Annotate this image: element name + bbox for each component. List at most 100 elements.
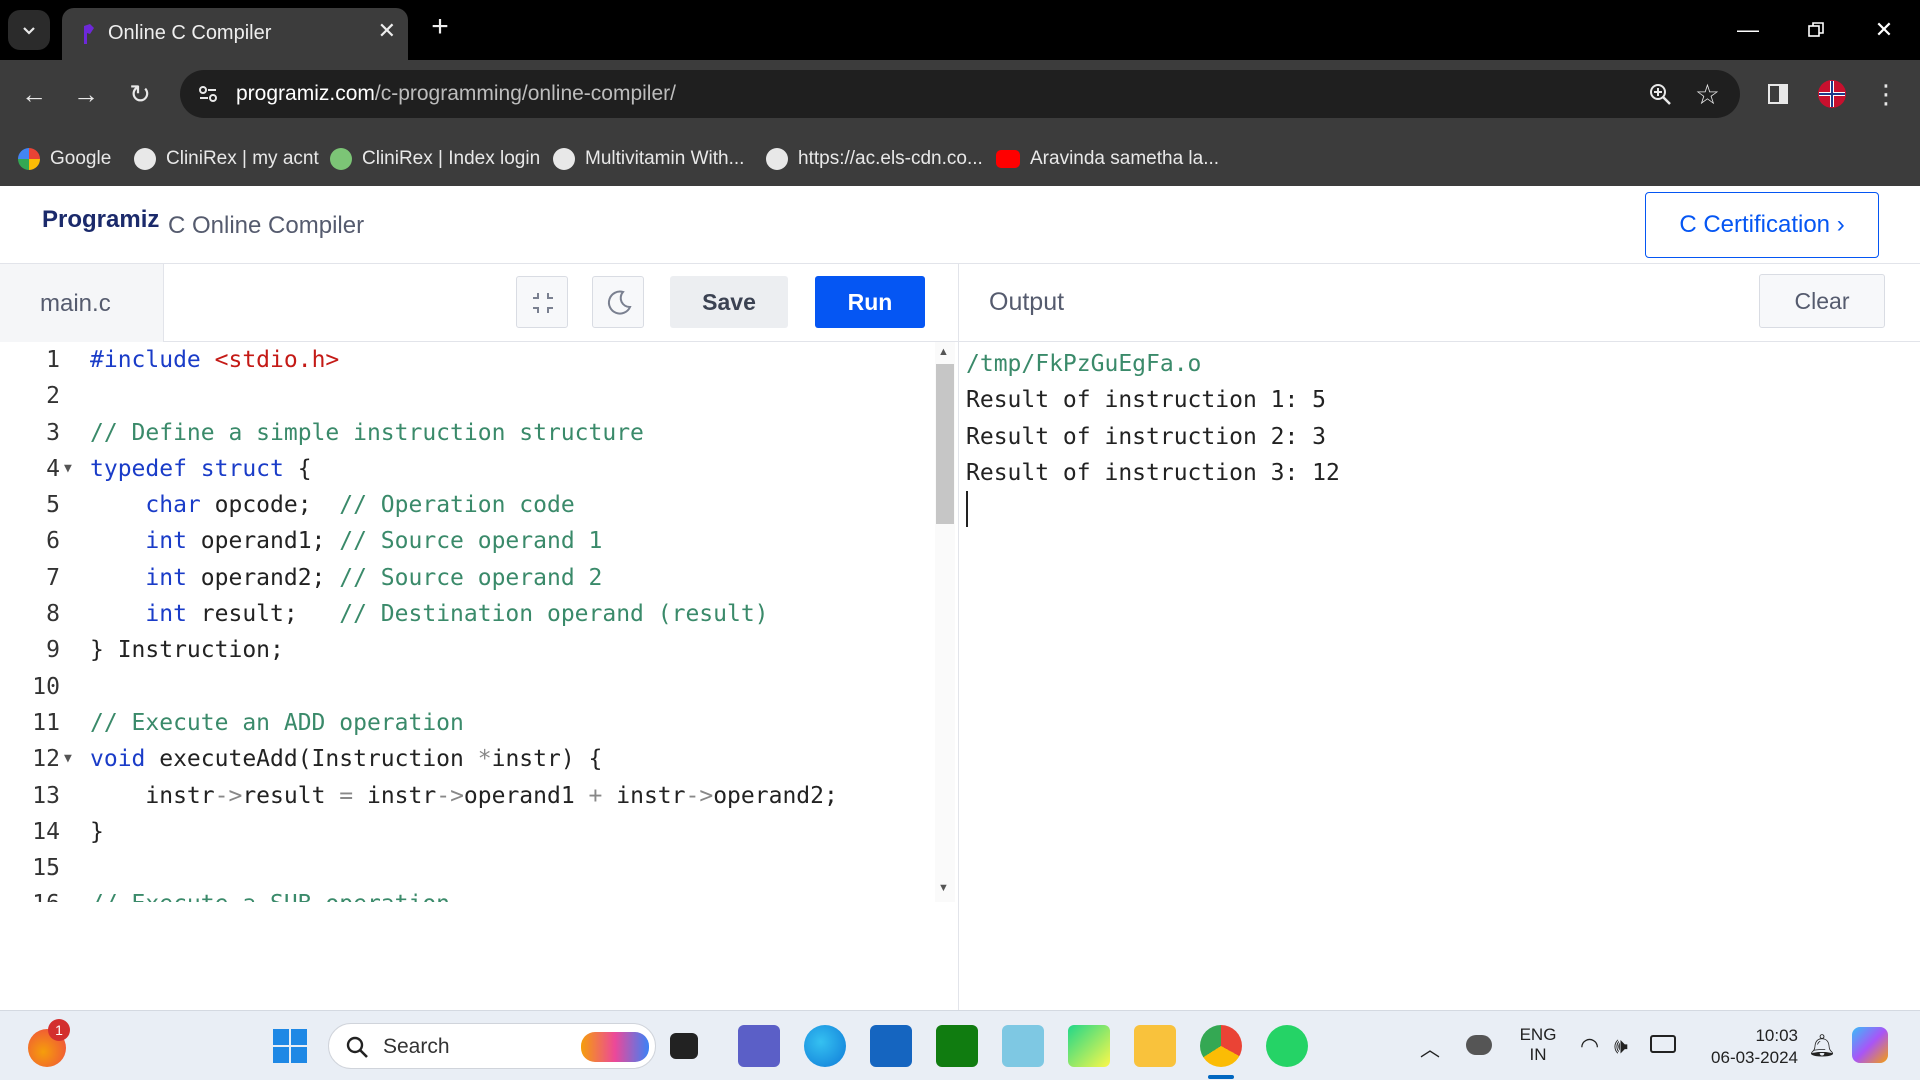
code-line: 5 char opcode; // Operation code bbox=[46, 492, 575, 519]
reload-icon[interactable]: ↻ bbox=[122, 76, 158, 112]
output-line: Result of instruction 3: 12 bbox=[966, 459, 1340, 486]
edge-icon[interactable] bbox=[804, 1025, 846, 1067]
code-line: 8 int result; // Destination operand (re… bbox=[46, 601, 769, 628]
whatsapp-icon[interactable] bbox=[1266, 1025, 1308, 1067]
chrome-icon[interactable] bbox=[1200, 1025, 1242, 1067]
region-code: IN bbox=[1529, 1045, 1547, 1064]
bookmark-els-cdn[interactable]: https://ac.els-cdn.co... bbox=[766, 146, 983, 172]
output-line: Result of instruction 2: 3 bbox=[966, 423, 1327, 450]
code-line: 2 bbox=[46, 383, 60, 410]
copilot-icon[interactable] bbox=[1852, 1027, 1888, 1063]
battery-icon[interactable] bbox=[1650, 1035, 1676, 1053]
code-line: 9} Instruction; bbox=[46, 637, 284, 664]
clock-date: 06-03-2024 bbox=[1711, 1048, 1798, 1067]
file-explorer-icon[interactable] bbox=[1134, 1025, 1176, 1067]
scrollbar-thumb[interactable] bbox=[936, 364, 954, 524]
new-tab-button[interactable]: + bbox=[424, 10, 456, 44]
bookmark-star-icon[interactable]: ☆ bbox=[1695, 78, 1720, 111]
teams-icon[interactable] bbox=[738, 1025, 780, 1067]
notification-bell-icon[interactable]: 🔔︎ bbox=[1808, 1033, 1836, 1059]
bookmark-label: https://ac.els-cdn.co... bbox=[798, 148, 983, 169]
certification-button[interactable]: C Certification › bbox=[1645, 192, 1879, 258]
fold-arrow-icon[interactable]: ▼ bbox=[64, 741, 72, 777]
google-icon bbox=[18, 148, 40, 170]
output-toolbar: Output Clear bbox=[959, 264, 1920, 342]
tab-search-button[interactable] bbox=[8, 10, 50, 50]
side-panel-icon[interactable] bbox=[1760, 76, 1796, 112]
store-icon[interactable] bbox=[870, 1025, 912, 1067]
bookmark-google[interactable]: Google bbox=[18, 146, 111, 172]
input-language[interactable]: ENG IN bbox=[1518, 1025, 1558, 1065]
file-tab[interactable]: main.c bbox=[0, 264, 164, 342]
shrink-editor-button[interactable] bbox=[516, 276, 568, 328]
code-line: 14} bbox=[32, 818, 104, 845]
pane-divider[interactable] bbox=[958, 264, 959, 1010]
bookmark-label: Multivitamin With... bbox=[585, 148, 745, 169]
back-arrow-icon[interactable]: ← bbox=[16, 76, 52, 112]
taskbar-search[interactable]: Search bbox=[328, 1023, 656, 1069]
search-placeholder: Search bbox=[383, 1035, 450, 1058]
minimize-icon[interactable]: — bbox=[1728, 12, 1768, 48]
notification-badge: 1 bbox=[48, 1019, 70, 1041]
volume-icon[interactable]: 🕪 bbox=[1614, 1033, 1628, 1059]
language-code: ENG bbox=[1519, 1025, 1557, 1044]
pycharm-icon[interactable] bbox=[1068, 1025, 1110, 1067]
code-line: 7 int operand2; // Source operand 2 bbox=[46, 564, 603, 591]
zoom-icon[interactable] bbox=[1648, 82, 1672, 106]
bookmark-aravinda[interactable]: Aravinda sametha la... bbox=[996, 146, 1219, 172]
clock[interactable]: 10:03 06-03-2024 bbox=[1698, 1025, 1798, 1069]
restore-icon[interactable] bbox=[1796, 12, 1836, 48]
forward-arrow-icon[interactable]: → bbox=[68, 76, 104, 112]
tray-overflow-chevron-icon[interactable]: ︿ bbox=[1420, 1033, 1440, 1062]
scroll-up-arrow-icon[interactable]: ▲ bbox=[938, 346, 949, 358]
file-name: main.c bbox=[40, 290, 111, 317]
run-button[interactable]: Run bbox=[815, 276, 925, 328]
url-host: programiz.com bbox=[236, 82, 375, 105]
profile-avatar[interactable] bbox=[1814, 76, 1850, 112]
code-line: 16// Execute a SUB operation bbox=[0, 886, 935, 902]
start-windows-icon[interactable] bbox=[269, 1025, 311, 1067]
site-header: Programiz C Online Compiler C Certificat… bbox=[0, 186, 1920, 264]
programiz-favicon-icon bbox=[84, 24, 94, 44]
bookmarks-bar: Google CliniRex | my acnt CliniRex | Ind… bbox=[0, 132, 1920, 186]
bookmark-clinirex-acnt[interactable]: CliniRex | my acnt bbox=[134, 146, 319, 172]
address-bar[interactable]: programiz.com/c-programming/online-compi… bbox=[180, 70, 1740, 118]
bookmark-multivitamin[interactable]: Multivitamin With... bbox=[553, 146, 744, 172]
collapse-icon bbox=[533, 293, 553, 313]
url-text: programiz.com/c-programming/online-compi… bbox=[236, 82, 676, 106]
wifi-icon[interactable]: ◠ bbox=[1580, 1033, 1599, 1059]
close-tab-icon[interactable]: ✕ bbox=[378, 18, 396, 44]
theme-toggle-button[interactable] bbox=[592, 276, 644, 328]
clinirex-icon bbox=[330, 148, 352, 170]
clear-button[interactable]: Clear bbox=[1759, 274, 1885, 328]
more-menu-icon[interactable]: ⋮ bbox=[1868, 76, 1904, 112]
bookmark-clinirex-login[interactable]: CliniRex | Index login bbox=[330, 146, 540, 172]
code-line: 3// Define a simple instruction structur… bbox=[46, 419, 644, 446]
moon-icon bbox=[607, 290, 632, 315]
fold-arrow-icon[interactable]: ▼ bbox=[64, 451, 72, 487]
bookmark-label: Google bbox=[50, 148, 112, 169]
save-button[interactable]: Save bbox=[670, 276, 788, 328]
code-line: 4 ▼ typedef struct { bbox=[0, 451, 935, 487]
active-app-indicator bbox=[1208, 1075, 1234, 1079]
programiz-logo[interactable]: Programiz bbox=[42, 206, 159, 234]
task-view-icon[interactable] bbox=[670, 1033, 698, 1059]
globe-icon bbox=[766, 148, 788, 170]
tab-title: Online C Compiler bbox=[108, 22, 272, 44]
xbox-icon[interactable] bbox=[936, 1025, 978, 1067]
compiler-page: Programiz C Online Compiler C Certificat… bbox=[0, 186, 1920, 1010]
code-line: 6 int operand1; // Source operand 1 bbox=[46, 528, 603, 555]
output-console[interactable]: /tmp/FkPzGuEgFa.o Result of instruction … bbox=[966, 346, 1866, 528]
code-editor[interactable]: 1 #include <stdio.h> 2 3// Define a simpl… bbox=[0, 342, 935, 902]
editor-scrollbar[interactable]: ▲ ▼ bbox=[935, 342, 955, 902]
scroll-down-arrow-icon[interactable]: ▼ bbox=[938, 882, 949, 894]
close-window-icon[interactable]: ✕ bbox=[1864, 12, 1904, 48]
browser-tab-active[interactable]: Online C Compiler ✕ bbox=[62, 8, 408, 60]
output-line: Result of instruction 1: 5 bbox=[966, 387, 1327, 414]
site-info-icon[interactable] bbox=[196, 82, 220, 106]
output-line: /tmp/FkPzGuEgFa.o bbox=[966, 351, 1202, 377]
onedrive-icon[interactable] bbox=[1466, 1035, 1492, 1055]
app-icon[interactable] bbox=[1002, 1025, 1044, 1067]
text-caret bbox=[966, 491, 968, 528]
code-line: 11// Execute an ADD operation bbox=[32, 709, 464, 736]
